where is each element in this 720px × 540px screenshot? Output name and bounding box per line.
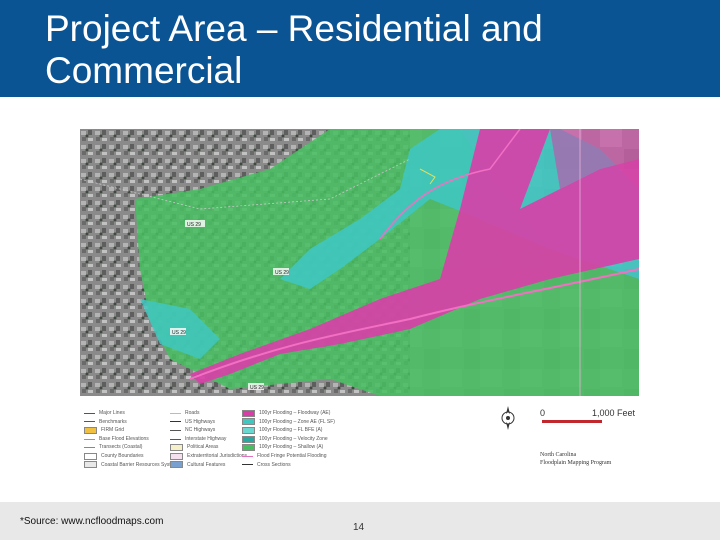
legend-item: 100yr Flooding – Zone AE (FL SF) bbox=[242, 418, 335, 427]
scale-end-label: 1,000 Feet bbox=[592, 408, 636, 418]
scale-bar: 0 1,000 Feet bbox=[540, 408, 638, 428]
flood-map: US 29 US 29 US 29 US 29 bbox=[80, 129, 639, 396]
legend-item: Interstate Highway bbox=[170, 435, 247, 444]
swatch-icon bbox=[170, 444, 183, 452]
legend-item: 100yr Flooding – Floodway (AE) bbox=[242, 409, 335, 418]
line-swatch-icon bbox=[84, 447, 95, 449]
title-bar: Project Area – Residential and Commercia… bbox=[0, 0, 720, 97]
swatch-icon bbox=[84, 452, 97, 460]
swatch-icon bbox=[242, 435, 255, 443]
slide-title: Project Area – Residential and Commercia… bbox=[45, 8, 543, 91]
line-swatch-icon bbox=[170, 412, 181, 414]
legend-item: 100yr Flooding – FL BFE (A) bbox=[242, 426, 335, 435]
legend-item: US Highways bbox=[170, 418, 247, 427]
line-swatch-icon bbox=[84, 412, 95, 414]
legend-item: Benchmarks bbox=[84, 418, 178, 427]
flood-map-graphic: US 29 US 29 US 29 US 29 bbox=[80, 129, 639, 396]
line-swatch-icon bbox=[170, 438, 181, 440]
line-swatch-icon bbox=[84, 438, 95, 440]
line-swatch-icon bbox=[170, 429, 181, 431]
street-label-4: US 29 bbox=[250, 385, 264, 391]
north-arrow-icon bbox=[498, 404, 518, 432]
program-line-2: Floodplain Mapping Program bbox=[540, 460, 612, 466]
legend-item: Flood Fringe Potential Flooding bbox=[242, 452, 335, 461]
program-line-1: North Carolina bbox=[540, 452, 577, 458]
street-label-3: US 29 bbox=[172, 330, 186, 336]
scale-start-label: 0 bbox=[540, 408, 546, 418]
legend-column-1: Major Lines Benchmarks FIRM Grid Base Fl… bbox=[84, 409, 178, 469]
swatch-icon bbox=[84, 426, 97, 434]
legend-item: FIRM Grid bbox=[84, 426, 178, 435]
page-number: 14 bbox=[353, 522, 365, 533]
program-credit: North Carolina Floodplain Mapping Progra… bbox=[540, 451, 611, 467]
legend-item: NC Highways bbox=[170, 426, 247, 435]
legend-item: Cross Sections bbox=[242, 461, 335, 470]
legend-item: Transects (Coastal) bbox=[84, 443, 178, 452]
line-swatch-icon bbox=[242, 455, 253, 457]
swatch-icon bbox=[242, 409, 255, 417]
swatch-icon bbox=[242, 426, 255, 434]
legend-item: Extraterritorial Jurisdictions bbox=[170, 452, 247, 461]
swatch-icon bbox=[170, 461, 183, 469]
legend-item: Coastal Barrier Resources System bbox=[84, 461, 178, 470]
legend-column-2: Roads US Highways NC Highways Interstate… bbox=[170, 409, 247, 469]
scale-bar-line bbox=[542, 420, 602, 423]
line-swatch-icon bbox=[242, 464, 253, 466]
line-swatch-icon bbox=[170, 421, 181, 423]
legend-item: County Boundaries bbox=[84, 452, 178, 461]
legend-item: Roads bbox=[170, 409, 247, 418]
swatch-icon bbox=[242, 418, 255, 426]
swatch-icon bbox=[170, 452, 183, 460]
legend-item: Base Flood Elevations bbox=[84, 435, 178, 444]
street-label-2: US 29 bbox=[275, 270, 289, 276]
legend-item: Political Areas bbox=[170, 443, 247, 452]
street-label-1: US 29 bbox=[187, 222, 201, 228]
legend-item: 100yr Flooding – Shallow (A) bbox=[242, 443, 335, 452]
legend-column-3: 100yr Flooding – Floodway (AE) 100yr Flo… bbox=[242, 409, 335, 469]
source-note: *Source: www.ncfloodmaps.com bbox=[20, 516, 164, 527]
legend-item: 100yr Flooding – Velocity Zone bbox=[242, 435, 335, 444]
swatch-icon bbox=[84, 461, 97, 469]
legend-item: Major Lines bbox=[84, 409, 178, 418]
swatch-icon bbox=[242, 444, 255, 452]
legend-item: Cultural Features bbox=[170, 461, 247, 470]
line-swatch-icon bbox=[84, 421, 95, 423]
